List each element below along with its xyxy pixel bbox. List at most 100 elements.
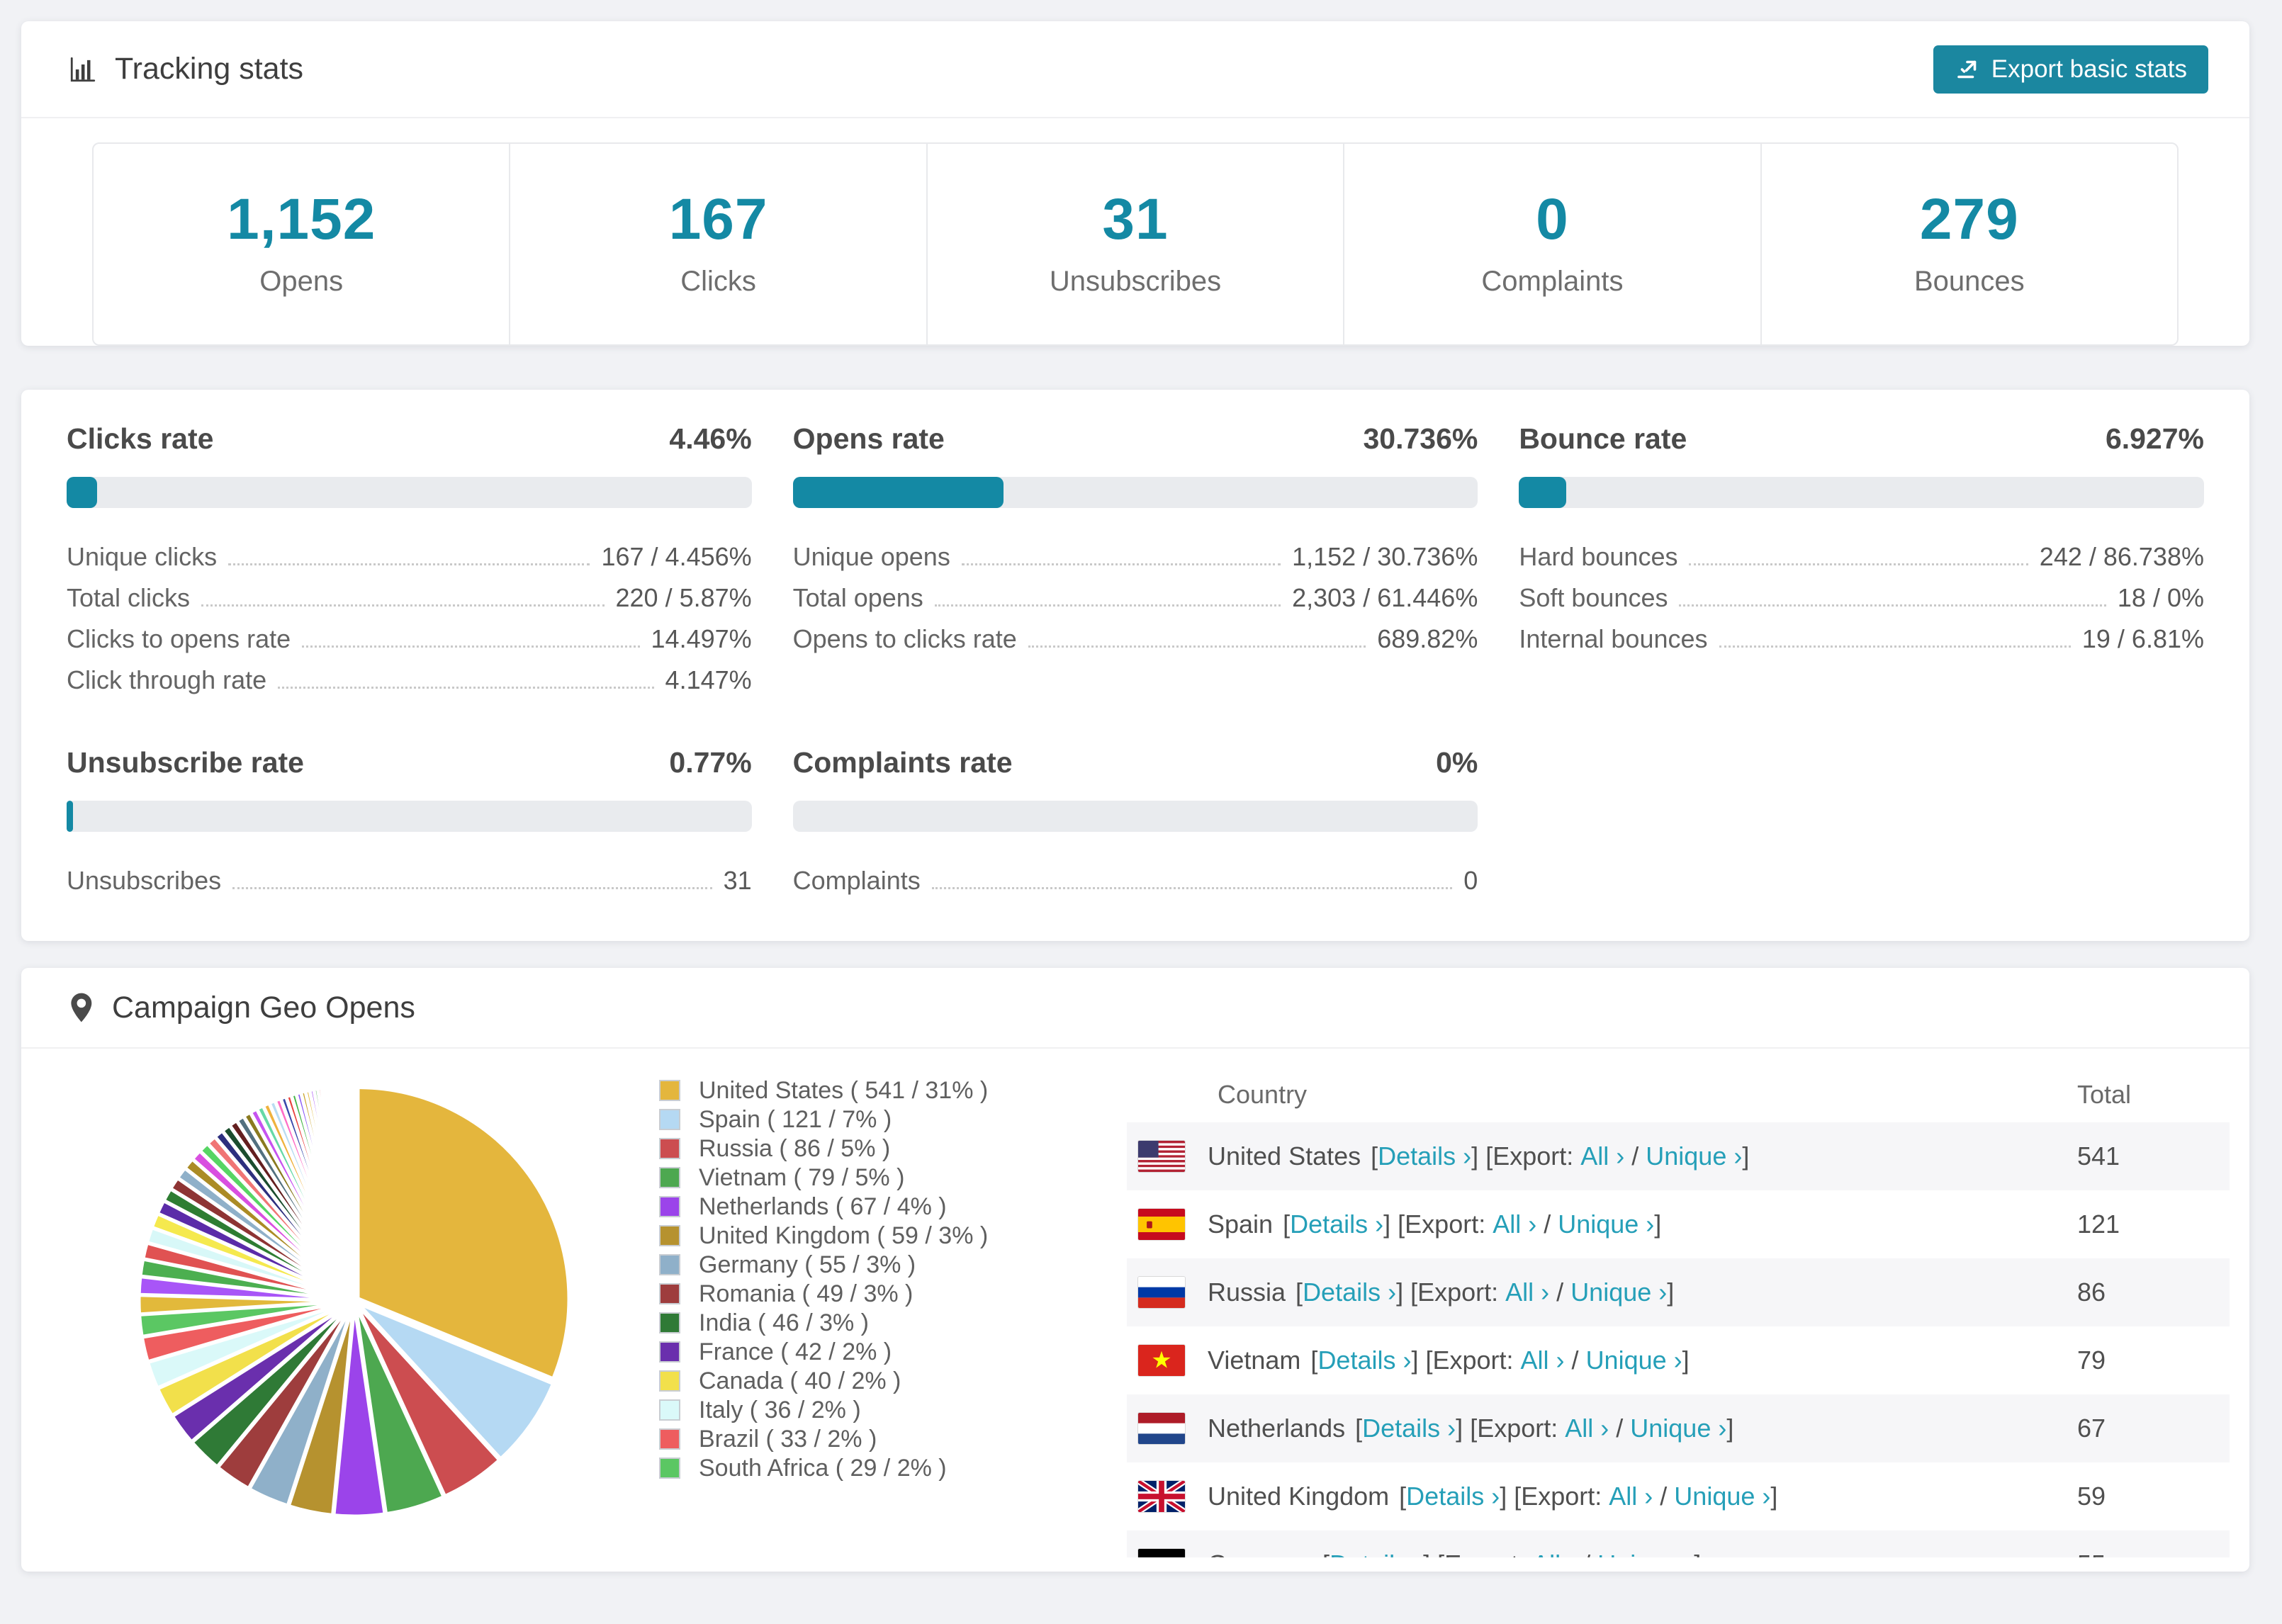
legend-swatch — [659, 1254, 680, 1275]
country-cell: Russia[Details ›][Export: All › / Unique ›] — [1127, 1277, 2077, 1308]
export-all-link[interactable]: All › — [1505, 1278, 1549, 1307]
export-all-link[interactable]: All › — [1609, 1482, 1653, 1511]
export-all-link[interactable]: All › — [1580, 1141, 1624, 1171]
details-link[interactable]: Details › — [1378, 1141, 1471, 1171]
dotted-leader — [931, 887, 1453, 889]
export-all-link[interactable]: All › — [1493, 1209, 1536, 1239]
rate-progress-track — [67, 477, 752, 508]
dotted-leader — [1679, 604, 2106, 607]
legend-item-united-states[interactable]: United States ( 541 / 31% ) — [659, 1076, 1084, 1104]
legend-item-vietnam[interactable]: Vietnam ( 79 / 5% ) — [659, 1164, 1084, 1191]
legend-item-france[interactable]: France ( 42 / 2% ) — [659, 1338, 1084, 1365]
flag-icon-ru — [1138, 1277, 1185, 1308]
rate-progress-fill — [67, 801, 73, 832]
legend-item-italy[interactable]: Italy ( 36 / 2% ) — [659, 1397, 1084, 1423]
details-link[interactable]: Details › — [1290, 1209, 1383, 1239]
legend-item-romania[interactable]: Romania ( 49 / 3% ) — [659, 1280, 1084, 1307]
rate-title: Bounce rate — [1519, 422, 1687, 455]
geo-header: Campaign Geo Opens — [21, 968, 2249, 1047]
geo-title: Campaign Geo Opens — [112, 990, 415, 1025]
details-link[interactable]: Details › — [1330, 1550, 1423, 1557]
rates-card: Clicks rate 4.46% Unique clicks 167 / 4.456… — [21, 390, 2249, 941]
flag-icon-es — [1138, 1209, 1185, 1240]
export-unique-link[interactable]: Unique › — [1586, 1346, 1682, 1375]
country-cell: Netherlands[Details ›][Export: All › / Uniq… — [1127, 1413, 2077, 1444]
geo-table: Country Total United States[Details ›][E… — [1127, 1067, 2230, 1557]
rate-title: Unsubscribe rate — [67, 746, 304, 779]
bracket: [ — [1283, 1209, 1291, 1239]
total-cell: 86 — [2077, 1278, 2106, 1307]
flag-icon-vn — [1138, 1345, 1185, 1376]
legend-item-spain[interactable]: Spain ( 121 / 7% ) — [659, 1106, 1084, 1133]
dotted-leader — [1689, 563, 2028, 565]
page-title: Tracking stats — [115, 52, 304, 86]
export-prefix: Export: — [1493, 1141, 1574, 1171]
export-unique-link[interactable]: Unique › — [1570, 1278, 1667, 1307]
rate-row: Unsubscribes 31 — [67, 859, 752, 900]
rate-row: Unique opens 1,152 / 30.736% — [793, 535, 1478, 576]
export-basic-stats-button[interactable]: Export basic stats — [1933, 45, 2208, 94]
legend-item-india[interactable]: India ( 46 / 3% ) — [659, 1309, 1084, 1336]
legend-item-canada[interactable]: Canada ( 40 / 2% ) — [659, 1368, 1084, 1394]
bracket: ] — [1682, 1346, 1690, 1375]
rate-row-value: 689.82% — [1377, 624, 1478, 653]
export-unique-link[interactable]: Unique › — [1597, 1550, 1694, 1557]
bracket: ] — [1396, 1278, 1404, 1307]
legend-swatch — [659, 1341, 680, 1363]
country-cell: United States[Details ›][Export: All › / Un… — [1127, 1141, 2077, 1172]
legend-label: Netherlands ( 67 / 4% ) — [699, 1192, 947, 1220]
rate-row: Soft bounces 18 / 0% — [1519, 576, 2204, 617]
legend-item-brazil[interactable]: Brazil ( 33 / 2% ) — [659, 1426, 1084, 1453]
rate-row-value: 0 — [1463, 866, 1478, 895]
export-unique-link[interactable]: Unique › — [1674, 1482, 1770, 1511]
rate-value: 30.736% — [1363, 422, 1478, 455]
rate-panel-header: Complaints rate 0% — [793, 746, 1478, 779]
export-all-link[interactable]: All › — [1532, 1550, 1576, 1557]
export-unique-link[interactable]: Unique › — [1558, 1209, 1654, 1239]
rate-rows: Complaints 0 — [793, 859, 1478, 900]
legend-item-south-africa[interactable]: South Africa ( 29 / 2% ) — [659, 1455, 1084, 1482]
bracket: [ — [1410, 1278, 1418, 1307]
rate-progress-track — [67, 801, 752, 832]
pie-slice-other-45[interactable] — [350, 1083, 356, 1299]
geo-table-row-united-kingdom: United Kingdom[Details ›][Export: All › / U… — [1127, 1462, 2230, 1530]
rate-row-value: 220 / 5.87% — [615, 583, 752, 612]
details-link[interactable]: Details › — [1317, 1346, 1411, 1375]
rate-row: Total opens 2,303 / 61.446% — [793, 576, 1478, 617]
tracking-stats-header: Tracking stats Export basic stats — [21, 21, 2249, 117]
rate-panel-opens: Opens rate 30.736% Unique opens 1,152 / 30.… — [792, 422, 1478, 699]
rate-title: Opens rate — [792, 422, 945, 455]
legend-item-netherlands[interactable]: Netherlands ( 67 / 4% ) — [659, 1192, 1084, 1220]
summary-stat-label: Clicks — [680, 266, 756, 297]
rate-row-label: Unique opens — [792, 542, 950, 571]
export-all-link[interactable]: All › — [1565, 1414, 1609, 1443]
rate-row-value: 4.147% — [665, 665, 752, 694]
details-link[interactable]: Details › — [1362, 1414, 1456, 1443]
rates-grid: Clicks rate 4.46% Unique clicks 167 / 4.456… — [67, 422, 2204, 900]
export-unique-link[interactable]: Unique › — [1630, 1414, 1726, 1443]
rate-panel-header: Clicks rate 4.46% — [67, 422, 752, 456]
legend-item-russia[interactable]: Russia ( 86 / 5% ) — [659, 1135, 1084, 1162]
legend-item-united-kingdom[interactable]: United Kingdom ( 59 / 3% ) — [659, 1222, 1084, 1249]
column-header-total: Total — [2077, 1080, 2132, 1109]
export-prefix: Export: — [1432, 1346, 1514, 1375]
rate-row-label: Clicks to opens rate — [67, 624, 291, 653]
bracket: ] — [1456, 1414, 1463, 1443]
summary-stat-value: 31 — [1102, 187, 1169, 252]
legend-item-germany[interactable]: Germany ( 55 / 3% ) — [659, 1251, 1084, 1278]
export-unique-link[interactable]: Unique › — [1646, 1141, 1742, 1171]
bracket: [ — [1425, 1346, 1433, 1375]
details-link[interactable]: Details › — [1303, 1278, 1396, 1307]
bracket: [ — [1322, 1550, 1330, 1557]
slash-separator: / — [1544, 1209, 1551, 1239]
rate-progress-track — [1519, 477, 2204, 508]
export-all-link[interactable]: All › — [1521, 1346, 1565, 1375]
summary-stat-opens: 1,152 Opens — [94, 144, 509, 344]
dotted-leader — [232, 887, 712, 889]
bracket: ] — [1471, 1141, 1479, 1171]
details-link[interactable]: Details › — [1406, 1482, 1500, 1511]
tracking-stats-card: Tracking stats Export basic stats 1,152 O… — [21, 21, 2249, 346]
rate-row: Click through rate 4.147% — [67, 658, 752, 699]
legend-label: United States ( 541 / 31% ) — [699, 1076, 989, 1104]
total-cell: 79 — [2077, 1346, 2106, 1375]
